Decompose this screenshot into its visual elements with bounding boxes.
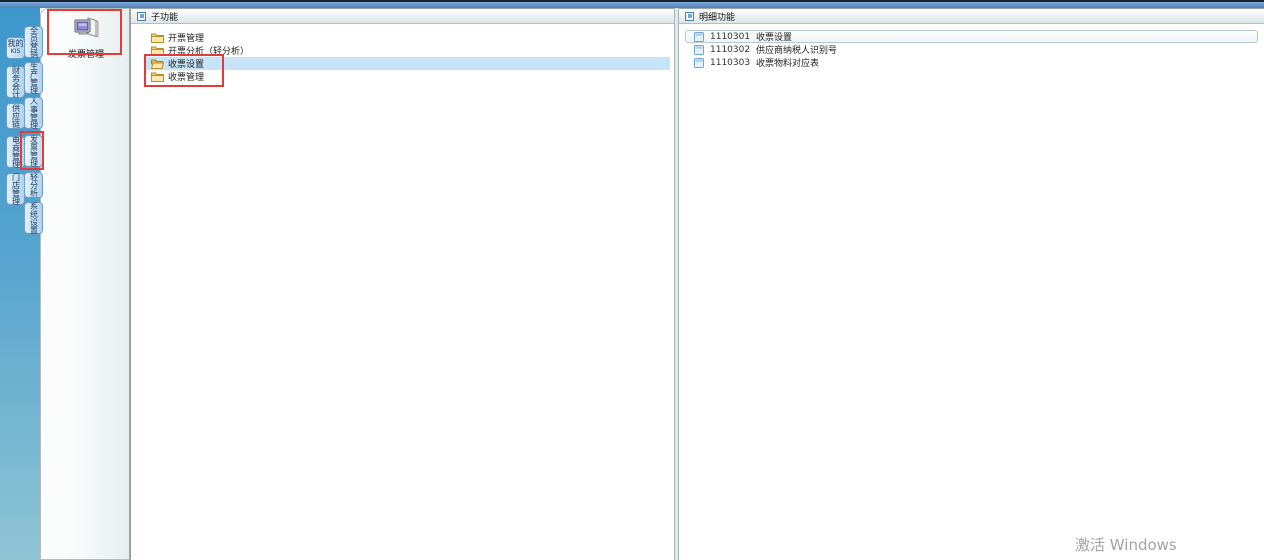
collapse-icon[interactable] [137, 12, 146, 21]
detail-functions-list: 1110301 收票设置 1110302 供应商纳税人识别号 1110303 收… [679, 24, 1264, 69]
invoice-module-icon [71, 15, 101, 44]
sidebar-tab-system[interactable]: 系统设置 [24, 202, 43, 234]
folder-item-invoicing-mgmt[interactable]: 开票管理 [145, 31, 670, 44]
collapse-icon[interactable] [685, 12, 694, 21]
sidebar-tab-production[interactable]: 生产管理 [24, 62, 43, 94]
tab-label: 系统设置 [30, 202, 38, 234]
document-icon [694, 32, 704, 42]
detail-functions-panel: 明细功能 1110301 收票设置 1110302 供应商纳税人识别号 1110… [678, 8, 1264, 560]
sidebar-tab-store[interactable]: 门店管理 [6, 173, 25, 205]
tab-label: 全员营销 [30, 26, 38, 58]
sub-functions-header: 子功能 [131, 8, 674, 24]
sidebar-tab-finance[interactable]: 财务会计 [6, 66, 25, 98]
sub-functions-panel: 子功能 开票管理 开票分析（轻分析） 收票设置 [130, 8, 675, 560]
tab-label: 供应链 [12, 104, 20, 128]
detail-item-material-mapping[interactable]: 1110303 收票物料对应表 [685, 56, 1258, 69]
detail-item-label: 供应商纳税人识别号 [756, 43, 837, 56]
tab-label: 生产管理 [30, 62, 38, 94]
folder-item-label: 收票管理 [168, 70, 204, 83]
tab-label: 电商管理 [12, 136, 20, 168]
sidebar-tab-my-kis[interactable]: 我的 KIS [6, 37, 25, 59]
folder-closed-icon [151, 45, 164, 56]
folder-item-receipt-settings[interactable]: 收票设置 [145, 57, 670, 70]
module-panel: 发票管理 [40, 8, 130, 560]
sub-functions-list: 开票管理 开票分析（轻分析） 收票设置 收票管理 [131, 24, 674, 83]
invoice-module-button[interactable]: 发票管理 [55, 13, 117, 61]
sidebar-tab-ecommerce[interactable]: 电商管理 [6, 136, 25, 168]
folder-item-invoicing-analysis[interactable]: 开票分析（轻分析） [145, 44, 670, 57]
tab-label: 发票管理 [30, 135, 38, 167]
tab-label: 人事管理 [30, 97, 38, 129]
sidebar-tab-analysis[interactable]: 轻分析 [24, 172, 43, 198]
detail-item-code: 1110302 [710, 45, 750, 55]
folder-item-label: 开票分析（轻分析） [168, 44, 249, 57]
sidebar-tab-supply-chain[interactable]: 供应链 [6, 103, 25, 129]
windows-activation-watermark: 激活 Windows 转到"设置"以激活 Windows。 [1075, 534, 1212, 560]
detail-item-supplier-tax-id[interactable]: 1110302 供应商纳税人识别号 [685, 43, 1258, 56]
sidebar-tab-marketing[interactable]: 全员营销 [24, 26, 43, 58]
watermark-line1: 激活 Windows [1075, 534, 1212, 555]
module-button-label: 发票管理 [68, 47, 104, 60]
tab-label: 轻分析 [30, 173, 38, 197]
folder-open-icon [151, 58, 164, 69]
folder-item-receipt-mgmt[interactable]: 收票管理 [145, 70, 670, 83]
document-icon [694, 58, 704, 68]
panel-title: 子功能 [151, 10, 178, 23]
tab-label: KIS [11, 49, 21, 56]
sidebar-tab-invoice[interactable]: 发票管理 [24, 135, 43, 167]
detail-functions-header: 明细功能 [679, 8, 1264, 24]
folder-item-label: 收票设置 [168, 57, 204, 70]
folder-closed-icon [151, 32, 164, 43]
document-icon [694, 45, 704, 55]
detail-item-code: 1110303 [710, 58, 750, 68]
detail-item-code: 1110301 [710, 32, 750, 42]
tab-label: 门店管理 [12, 173, 20, 205]
folder-item-label: 开票管理 [168, 31, 204, 44]
app-window: { "nav": { "tabs_outer": [ { "label": "我… [0, 0, 1264, 560]
tab-label: 财务会计 [12, 66, 20, 98]
sidebar-tab-hr[interactable]: 人事管理 [24, 97, 43, 129]
folder-closed-icon [151, 71, 164, 82]
detail-item-receipt-settings[interactable]: 1110301 收票设置 [685, 30, 1258, 43]
detail-item-label: 收票设置 [756, 30, 792, 43]
panel-title: 明细功能 [699, 10, 735, 23]
detail-item-label: 收票物料对应表 [756, 56, 819, 69]
